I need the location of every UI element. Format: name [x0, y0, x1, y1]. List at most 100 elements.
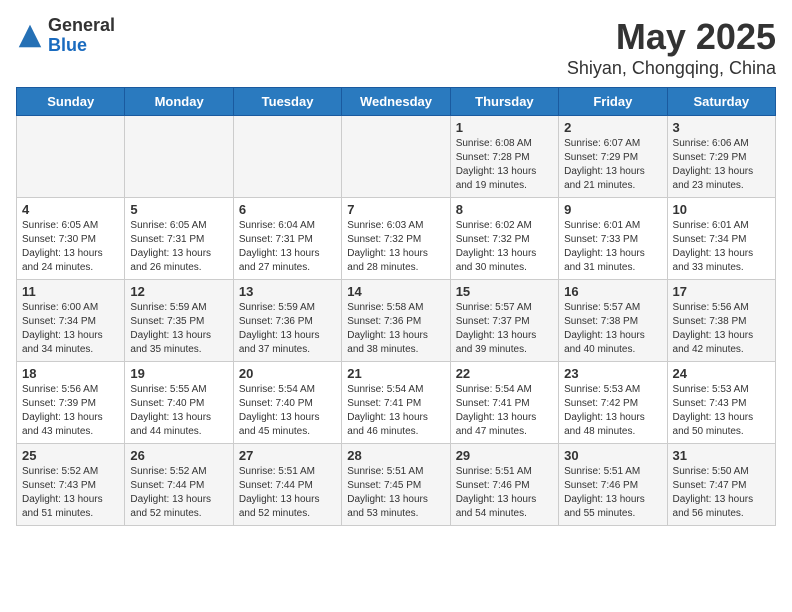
day-number: 14 [347, 284, 444, 299]
day-number: 27 [239, 448, 336, 463]
day-info: Sunrise: 5:52 AMSunset: 7:44 PMDaylight:… [130, 465, 227, 521]
day-number: 2 [564, 120, 661, 135]
day-info: Sunrise: 5:52 AMSunset: 7:43 PMDaylight:… [22, 465, 119, 521]
day-number: 8 [456, 202, 553, 217]
week-row-4: 18 Sunrise: 5:56 AMSunset: 7:39 PMDayligh… [17, 362, 776, 444]
col-thursday: Thursday [450, 88, 558, 116]
day-cell: 30Sunrise: 5:51 AMSunset: 7:46 PMDayligh… [559, 444, 667, 526]
day-info: Sunrise: 5:53 AMSunset: 7:42 PMDaylight:… [564, 383, 661, 439]
day-number: 23 [564, 366, 661, 381]
day-cell [342, 116, 450, 198]
title-block: May 2025 Shiyan, Chongqing, China [567, 16, 776, 79]
location-title: Shiyan, Chongqing, China [567, 58, 776, 79]
day-cell: 27 Sunrise: 5:51 AMSunset: 7:44 PMDayligh… [233, 444, 341, 526]
day-cell: 3 Sunrise: 6:06 AMSunset: 7:29 PMDaylight… [667, 116, 775, 198]
day-cell: 4Sunrise: 6:05 AMSunset: 7:30 PMDaylight… [17, 198, 125, 280]
col-saturday: Saturday [667, 88, 775, 116]
day-number: 30 [564, 448, 661, 463]
calendar-header: Sunday Monday Tuesday Wednesday Thursday… [17, 88, 776, 116]
day-number: 22 [456, 366, 553, 381]
logo-blue: Blue [48, 36, 115, 56]
col-sunday: Sunday [17, 88, 125, 116]
day-number: 7 [347, 202, 444, 217]
day-cell: 11 Sunrise: 6:00 AMSunset: 7:34 PMDayligh… [17, 280, 125, 362]
week-row-3: 11 Sunrise: 6:00 AMSunset: 7:34 PMDayligh… [17, 280, 776, 362]
day-info: Sunrise: 6:07 AMSunset: 7:29 PMDaylight:… [564, 137, 661, 193]
day-cell: 23 Sunrise: 5:53 AMSunset: 7:42 PMDayligh… [559, 362, 667, 444]
day-cell: 28 Sunrise: 5:51 AMSunset: 7:45 PMDayligh… [342, 444, 450, 526]
day-info: Sunrise: 5:54 AMSunset: 7:41 PMDaylight:… [456, 383, 553, 439]
day-info: Sunrise: 5:51 AMSunset: 7:45 PMDaylight:… [347, 465, 444, 521]
day-cell: 7 Sunrise: 6:03 AMSunset: 7:32 PMDaylight… [342, 198, 450, 280]
day-cell [17, 116, 125, 198]
day-cell [233, 116, 341, 198]
day-info: Sunrise: 5:51 AMSunset: 7:44 PMDaylight:… [239, 465, 336, 521]
day-number: 17 [673, 284, 770, 299]
logo-icon [16, 22, 44, 50]
calendar-table: Sunday Monday Tuesday Wednesday Thursday… [16, 87, 776, 526]
day-info: Sunrise: 5:56 AMSunset: 7:38 PMDaylight:… [673, 301, 770, 357]
day-cell: 2 Sunrise: 6:07 AMSunset: 7:29 PMDaylight… [559, 116, 667, 198]
day-number: 31 [673, 448, 770, 463]
col-wednesday: Wednesday [342, 88, 450, 116]
week-row-2: 4Sunrise: 6:05 AMSunset: 7:30 PMDaylight… [17, 198, 776, 280]
day-info: Sunrise: 6:00 AMSunset: 7:34 PMDaylight:… [22, 301, 119, 357]
day-info: Sunrise: 6:05 AMSunset: 7:31 PMDaylight:… [130, 219, 227, 275]
day-cell: 19 Sunrise: 5:55 AMSunset: 7:40 PMDayligh… [125, 362, 233, 444]
col-tuesday: Tuesday [233, 88, 341, 116]
col-monday: Monday [125, 88, 233, 116]
day-cell: 14 Sunrise: 5:58 AMSunset: 7:36 PMDayligh… [342, 280, 450, 362]
day-number: 13 [239, 284, 336, 299]
day-cell: 22 Sunrise: 5:54 AMSunset: 7:41 PMDayligh… [450, 362, 558, 444]
day-info: Sunrise: 5:57 AMSunset: 7:38 PMDaylight:… [564, 301, 661, 357]
day-info: Sunrise: 5:50 AMSunset: 7:47 PMDaylight:… [673, 465, 770, 521]
day-number: 25 [22, 448, 119, 463]
month-title: May 2025 [567, 16, 776, 58]
day-cell: 26Sunrise: 5:52 AMSunset: 7:44 PMDayligh… [125, 444, 233, 526]
day-info: Sunrise: 6:02 AMSunset: 7:32 PMDaylight:… [456, 219, 553, 275]
page-header: General Blue May 2025 Shiyan, Chongqing,… [16, 16, 776, 79]
day-info: Sunrise: 5:58 AMSunset: 7:36 PMDaylight:… [347, 301, 444, 357]
logo: General Blue [16, 16, 115, 56]
day-cell: 5 Sunrise: 6:05 AMSunset: 7:31 PMDaylight… [125, 198, 233, 280]
day-cell: 9Sunrise: 6:01 AMSunset: 7:33 PMDaylight… [559, 198, 667, 280]
day-number: 6 [239, 202, 336, 217]
day-number: 5 [130, 202, 227, 217]
calendar-body: 1Sunrise: 6:08 AMSunset: 7:28 PMDaylight… [17, 116, 776, 526]
day-number: 28 [347, 448, 444, 463]
day-number: 12 [130, 284, 227, 299]
day-number: 19 [130, 366, 227, 381]
weekday-row: Sunday Monday Tuesday Wednesday Thursday… [17, 88, 776, 116]
day-info: Sunrise: 5:59 AMSunset: 7:36 PMDaylight:… [239, 301, 336, 357]
day-number: 1 [456, 120, 553, 135]
day-cell: 6 Sunrise: 6:04 AMSunset: 7:31 PMDaylight… [233, 198, 341, 280]
day-cell: 13 Sunrise: 5:59 AMSunset: 7:36 PMDayligh… [233, 280, 341, 362]
day-number: 15 [456, 284, 553, 299]
day-info: Sunrise: 5:59 AMSunset: 7:35 PMDaylight:… [130, 301, 227, 357]
day-number: 20 [239, 366, 336, 381]
day-cell: 31 Sunrise: 5:50 AMSunset: 7:47 PMDayligh… [667, 444, 775, 526]
day-cell: 25 Sunrise: 5:52 AMSunset: 7:43 PMDayligh… [17, 444, 125, 526]
day-cell: 1Sunrise: 6:08 AMSunset: 7:28 PMDaylight… [450, 116, 558, 198]
day-number: 4 [22, 202, 119, 217]
day-cell: 8 Sunrise: 6:02 AMSunset: 7:32 PMDaylight… [450, 198, 558, 280]
day-number: 11 [22, 284, 119, 299]
day-number: 21 [347, 366, 444, 381]
day-info: Sunrise: 6:03 AMSunset: 7:32 PMDaylight:… [347, 219, 444, 275]
day-info: Sunrise: 6:04 AMSunset: 7:31 PMDaylight:… [239, 219, 336, 275]
day-cell: 21Sunrise: 5:54 AMSunset: 7:41 PMDayligh… [342, 362, 450, 444]
day-number: 29 [456, 448, 553, 463]
day-info: Sunrise: 6:06 AMSunset: 7:29 PMDaylight:… [673, 137, 770, 193]
col-friday: Friday [559, 88, 667, 116]
day-number: 16 [564, 284, 661, 299]
day-info: Sunrise: 6:01 AMSunset: 7:33 PMDaylight:… [564, 219, 661, 275]
day-cell: 20Sunrise: 5:54 AMSunset: 7:40 PMDayligh… [233, 362, 341, 444]
day-cell: 17 Sunrise: 5:56 AMSunset: 7:38 PMDayligh… [667, 280, 775, 362]
day-cell: 10Sunrise: 6:01 AMSunset: 7:34 PMDayligh… [667, 198, 775, 280]
day-cell: 16 Sunrise: 5:57 AMSunset: 7:38 PMDayligh… [559, 280, 667, 362]
day-number: 18 [22, 366, 119, 381]
day-info: Sunrise: 5:55 AMSunset: 7:40 PMDaylight:… [130, 383, 227, 439]
day-number: 3 [673, 120, 770, 135]
day-info: Sunrise: 5:51 AMSunset: 7:46 PMDaylight:… [456, 465, 553, 521]
day-info: Sunrise: 5:56 AMSunset: 7:39 PMDaylight:… [22, 383, 119, 439]
